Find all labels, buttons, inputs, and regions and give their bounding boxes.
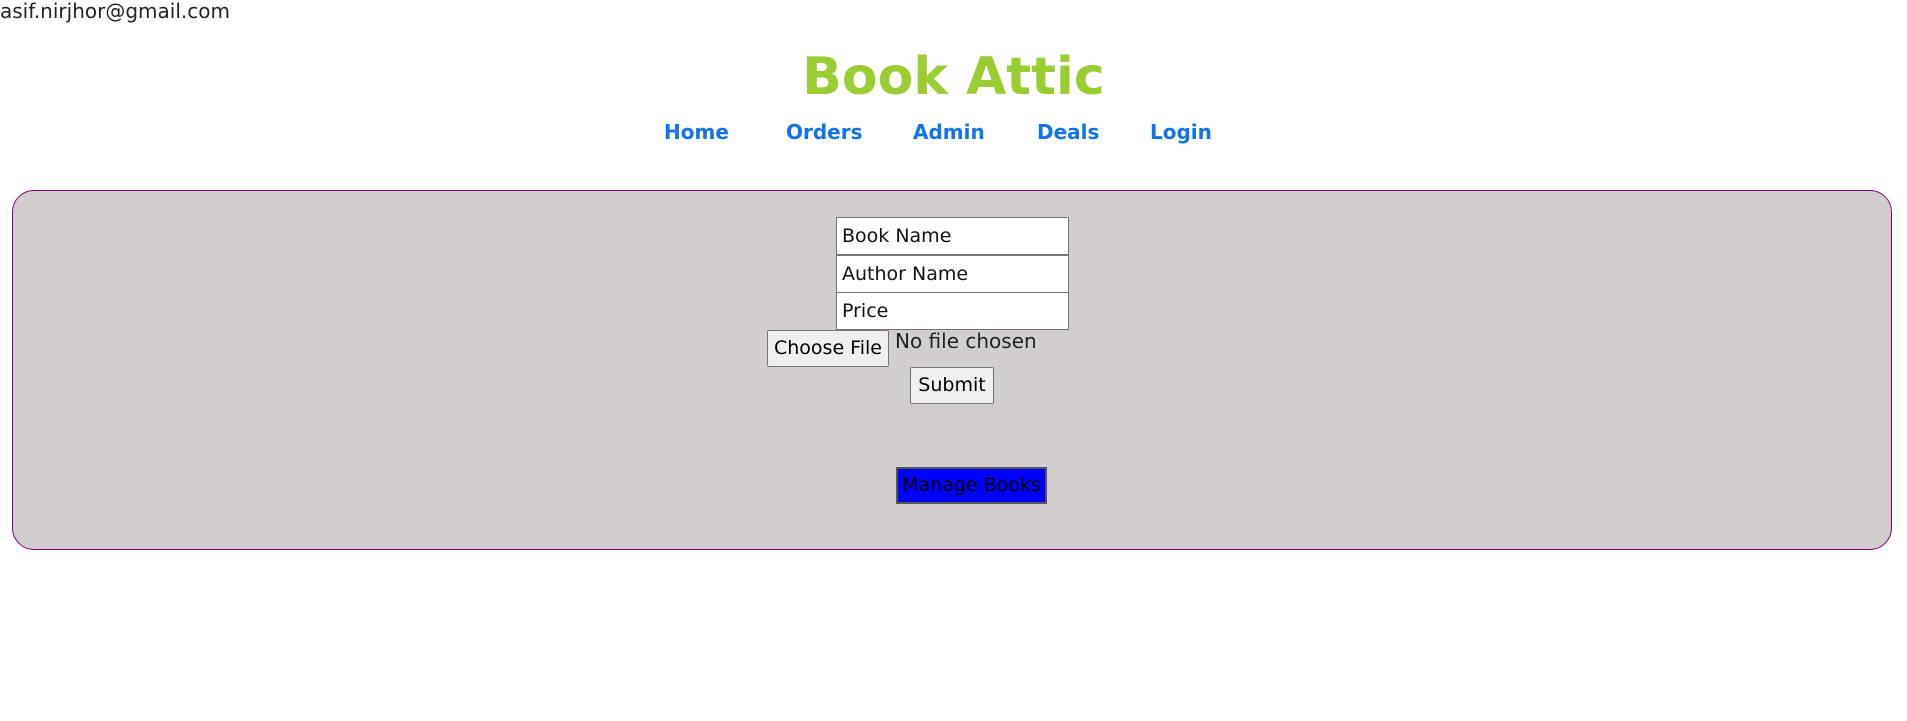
price-input[interactable] [836, 292, 1069, 330]
book-name-input[interactable] [836, 217, 1069, 255]
nav-link-deals[interactable]: Deals [1037, 118, 1099, 146]
site-title: Book Attic [802, 47, 1105, 107]
add-book-panel: Choose File No file chosen Submit Manage… [12, 190, 1892, 550]
author-name-input[interactable] [836, 255, 1069, 293]
main-nav: Home Orders Admin Deals Login [0, 118, 1907, 146]
nav-link-home[interactable]: Home [664, 118, 729, 146]
nav-link-login[interactable]: Login [1150, 118, 1212, 146]
nav-link-admin[interactable]: Admin [913, 118, 985, 146]
file-status-text: No file chosen [895, 329, 1037, 353]
manage-books-button[interactable]: Manage Books [896, 467, 1047, 504]
nav-link-orders[interactable]: Orders [786, 118, 863, 146]
choose-file-button[interactable]: Choose File [767, 330, 889, 367]
submit-button[interactable]: Submit [910, 367, 994, 404]
user-email: asif.nirjhor@gmail.com [0, 0, 230, 23]
